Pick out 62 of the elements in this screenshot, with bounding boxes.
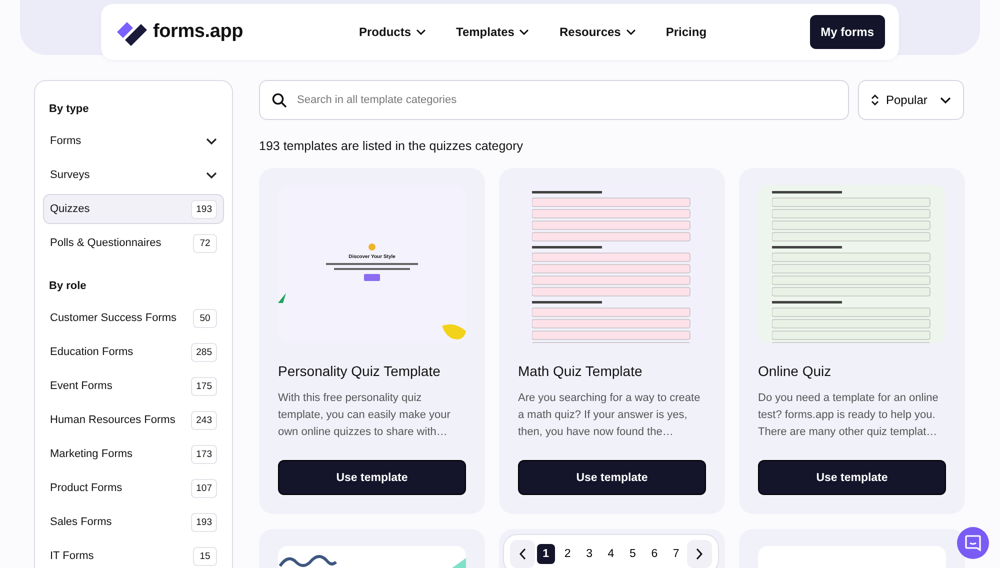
count-badge: 193 bbox=[191, 200, 217, 218]
page-number[interactable]: 1 bbox=[537, 544, 555, 564]
item-label: Product Forms bbox=[50, 482, 122, 494]
item-label: Polls & Questionnaires bbox=[50, 237, 162, 249]
nav-link[interactable]: Pricing bbox=[666, 25, 707, 39]
template-title: Personality Quiz Template bbox=[278, 363, 442, 379]
item-label: Sales Forms bbox=[50, 516, 112, 528]
page-number[interactable]: 6 bbox=[646, 544, 664, 564]
my-forms-button[interactable]: My forms bbox=[810, 15, 885, 49]
item-label: Event Forms bbox=[50, 380, 112, 392]
logo-text: forms.app bbox=[153, 21, 244, 43]
item-label: Surveys bbox=[50, 169, 90, 181]
sidebar-item[interactable]: Polls & Questionnaires 72 bbox=[43, 228, 224, 258]
count-badge: 285 bbox=[191, 342, 217, 362]
page-number[interactable]: 3 bbox=[580, 544, 598, 564]
sidebar-item[interactable]: Event Forms 175 bbox=[43, 371, 224, 401]
count-badge: 72 bbox=[193, 234, 217, 252]
search-input[interactable]: Search in all template categories bbox=[295, 93, 836, 107]
result-count: 193 templates are listed in the quizzes category bbox=[259, 139, 524, 153]
count-badge: 193 bbox=[191, 512, 217, 532]
use-template-button[interactable]: Use template bbox=[758, 460, 946, 495]
sidebar-item[interactable]: Surveys bbox=[43, 160, 224, 190]
search-field[interactable]: Search in all template categories bbox=[259, 80, 849, 120]
item-label: Education Forms bbox=[50, 346, 134, 358]
sidebar-item[interactable]: Marketing Forms 173 bbox=[43, 439, 224, 469]
item-label: Forms bbox=[50, 135, 82, 147]
sidebar-item[interactable]: Quizzes 193 bbox=[43, 194, 224, 224]
count-badge: 175 bbox=[191, 376, 217, 396]
template-description: Do you need a template for an online test? forms.app is ready to help you. There are many other quiz templat… bbox=[758, 391, 940, 440]
sidebar-item[interactable]: Product Forms 107 bbox=[43, 473, 224, 503]
sidebar-item[interactable]: Human Resources Forms 243 bbox=[43, 405, 224, 435]
item-label: Customer Success Forms bbox=[50, 312, 177, 324]
nav-link[interactable]: Products bbox=[359, 25, 426, 39]
page-number[interactable]: 4 bbox=[602, 544, 620, 564]
page-number[interactable]: 7 bbox=[667, 544, 685, 564]
count-badge: 50 bbox=[193, 308, 217, 328]
sidebar-item[interactable]: Sales Forms 193 bbox=[43, 507, 224, 537]
count-badge: 173 bbox=[191, 444, 217, 464]
sidebar-item[interactable]: IT Forms 15 bbox=[43, 541, 224, 568]
group-title: By role bbox=[48, 279, 88, 294]
sidebar-item[interactable]: Customer Success Forms 50 bbox=[43, 303, 224, 333]
use-template-button[interactable]: Use template bbox=[278, 460, 466, 495]
nav-link[interactable]: Templates bbox=[456, 25, 530, 39]
item-label: Marketing Forms bbox=[50, 448, 133, 460]
page-number[interactable]: 2 bbox=[558, 544, 576, 564]
template-title: Online Quiz bbox=[758, 363, 832, 379]
template-description: With this free personality quiz template, you can easily make your own online quizzes to share with… bbox=[278, 391, 452, 440]
item-label: Human Resources Forms bbox=[50, 414, 176, 426]
item-label: Quizzes bbox=[50, 203, 90, 215]
use-template-button[interactable]: Use template bbox=[518, 460, 706, 495]
sidebar-item[interactable]: Forms bbox=[43, 126, 224, 156]
template-description: Are you searching for a way to create a math quiz? If your answer is yes, then, you have now found the… bbox=[518, 391, 702, 440]
template-title: Math Quiz Template bbox=[518, 363, 644, 379]
item-label: IT Forms bbox=[50, 550, 94, 562]
sort-dropdown[interactable]: Popular bbox=[858, 80, 964, 120]
group-title: By type bbox=[48, 102, 90, 117]
nav-link[interactable]: Resources bbox=[559, 25, 636, 39]
sidebar-item[interactable]: Education Forms 285 bbox=[43, 337, 224, 367]
page-number[interactable]: 5 bbox=[624, 544, 642, 564]
count-badge: 243 bbox=[191, 410, 217, 430]
count-badge: 107 bbox=[191, 478, 217, 498]
count-badge: 15 bbox=[193, 546, 217, 566]
